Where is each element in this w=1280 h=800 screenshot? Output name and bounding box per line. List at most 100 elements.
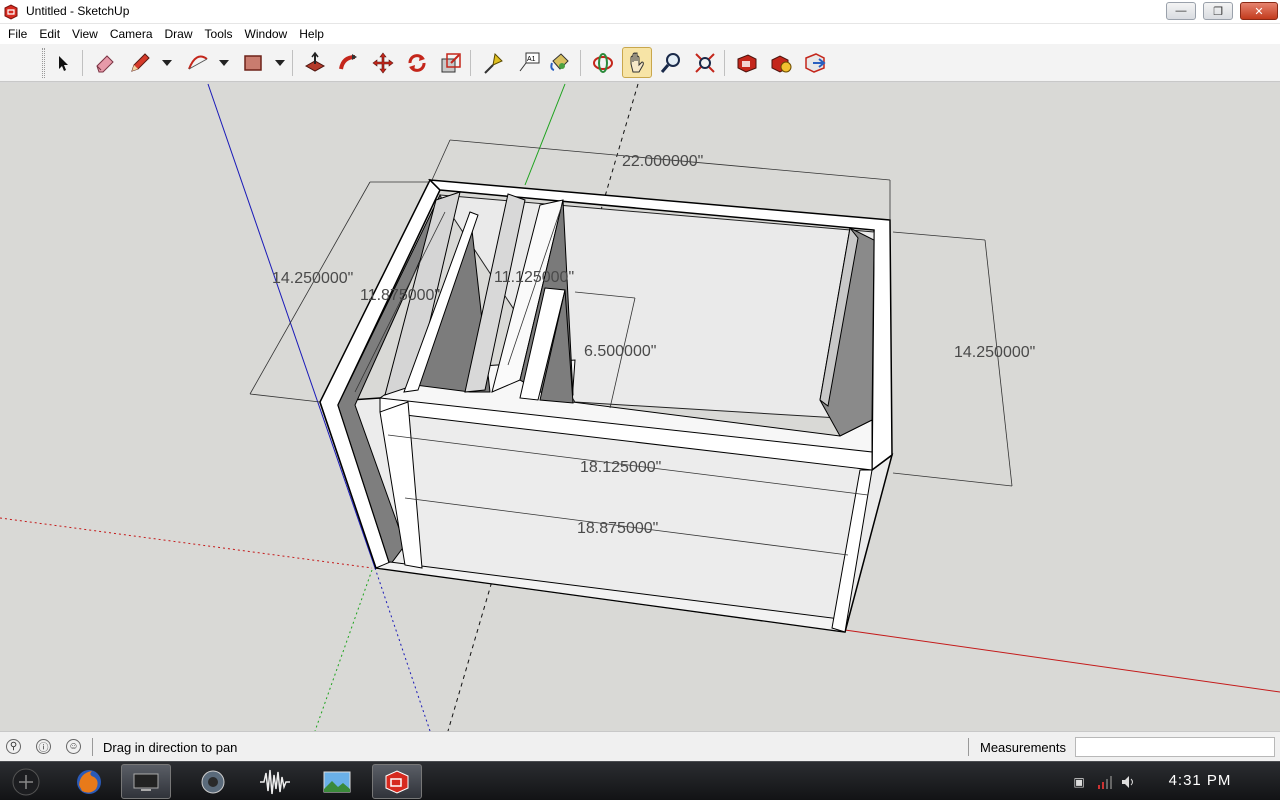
- measurements-input[interactable]: [1075, 737, 1275, 757]
- display-icon: [133, 773, 159, 791]
- text-tool-glyph: A1: [527, 56, 536, 63]
- main-toolbar: A1: [0, 44, 1280, 82]
- text-label-icon: A1: [519, 52, 540, 71]
- menu-camera[interactable]: Camera: [104, 24, 159, 44]
- hand-pan-icon: [630, 51, 644, 72]
- menu-file[interactable]: File: [2, 24, 33, 44]
- restore-icon: ❐: [1213, 5, 1223, 18]
- user-account-icon[interactable]: ☺: [66, 739, 81, 754]
- taskbar-photo-viewer[interactable]: [312, 764, 362, 799]
- sketchup-app-icon: [4, 4, 18, 20]
- restore-button[interactable]: ❐: [1203, 2, 1233, 20]
- minimize-icon: —: [1175, 5, 1187, 17]
- rectangle-icon: [244, 54, 262, 71]
- menu-draw[interactable]: Draw: [159, 24, 199, 44]
- orbit-tool-button[interactable]: [588, 47, 618, 78]
- green-axis-positive: [524, 83, 566, 186]
- components-tool-button[interactable]: [766, 47, 796, 78]
- zoom-extents-icon: [695, 52, 715, 73]
- move-icon: [372, 52, 394, 73]
- dimension-front-width[interactable]: 18.875000": [577, 520, 658, 537]
- eraser-icon: [96, 54, 114, 72]
- dimension-right-height[interactable]: 14.250000": [954, 344, 1035, 361]
- text-tool-button[interactable]: A1: [513, 47, 543, 78]
- credits-info-icon[interactable]: ⓘ: [36, 739, 51, 754]
- menu-view[interactable]: View: [66, 24, 104, 44]
- tray-volume-icon[interactable]: [1121, 774, 1137, 790]
- dimension-port-depth[interactable]: 11.125000": [494, 269, 574, 286]
- tape-measure-icon: [484, 52, 503, 74]
- dimension-inner-width[interactable]: 18.125000": [580, 459, 661, 476]
- arc-icon: [188, 55, 208, 69]
- pencil-dropdown[interactable]: [161, 47, 173, 78]
- tray-network-icon[interactable]: [1097, 774, 1113, 790]
- dimension-port-width[interactable]: 6.500000": [584, 343, 656, 360]
- status-bar: ⚲ ⓘ ☺ Drag in direction to pan Measureme…: [0, 731, 1280, 761]
- move-tool-button[interactable]: [368, 47, 398, 78]
- windows-taskbar: ▣ 4:31 PM: [0, 761, 1280, 800]
- speaker-volume-icon: [1122, 776, 1133, 788]
- status-hint: Drag in direction to pan: [103, 740, 238, 755]
- rotate-tool-button[interactable]: [402, 47, 432, 78]
- follow-me-tool-button[interactable]: [334, 47, 364, 78]
- paint-bucket-icon: [550, 52, 569, 71]
- share-model-tool-button[interactable]: [800, 47, 830, 78]
- taskbar-audio-editor[interactable]: [250, 764, 300, 799]
- blue-axis-positive: [207, 83, 376, 569]
- close-icon: ✕: [1254, 5, 1264, 18]
- close-button[interactable]: ✕: [1240, 2, 1278, 20]
- magnifier-icon: [660, 52, 680, 73]
- pan-tool-button[interactable]: [622, 47, 652, 78]
- window-title: Untitled - SketchUp: [26, 4, 130, 18]
- menu-tools[interactable]: Tools: [199, 24, 239, 44]
- minimize-button[interactable]: —: [1166, 2, 1196, 20]
- share-model-icon: [805, 52, 826, 73]
- audio-wave-icon: [260, 769, 290, 794]
- menu-edit[interactable]: Edit: [33, 24, 66, 44]
- dimension-inner-depth[interactable]: 11.875000": [360, 287, 440, 304]
- 3d-warehouse-icon: [737, 53, 757, 73]
- rotate-icon: [408, 53, 426, 72]
- rectangle-tool-button[interactable]: [238, 47, 268, 78]
- speaker-app-icon: [201, 770, 225, 793]
- taskbar-speaker-app[interactable]: [188, 764, 238, 799]
- taskbar-clock[interactable]: 4:31 PM: [1150, 772, 1250, 789]
- dimension-left-depth[interactable]: 14.250000": [272, 270, 353, 287]
- start-button[interactable]: [6, 765, 46, 798]
- geo-location-icon[interactable]: ⚲: [6, 739, 21, 754]
- dimension-top-width[interactable]: 22.000000": [622, 153, 703, 170]
- orbit-icon: [593, 52, 613, 73]
- pencil-tool-button[interactable]: [125, 47, 155, 78]
- tray-device-icon[interactable]: ▣: [1071, 774, 1087, 790]
- eraser-tool-button[interactable]: [90, 47, 120, 78]
- tape-measure-tool-button[interactable]: [478, 47, 508, 78]
- taskbar-display[interactable]: [121, 764, 171, 799]
- arc-tool-button[interactable]: [183, 47, 213, 78]
- taskbar-sketchup[interactable]: [372, 764, 422, 799]
- red-axis-negative: [0, 517, 373, 569]
- select-tool-button[interactable]: [48, 47, 78, 78]
- arc-dropdown[interactable]: [218, 47, 230, 78]
- components-icon: [771, 54, 792, 73]
- zoom-tool-button[interactable]: [656, 47, 686, 78]
- green-axis-negative: [314, 569, 373, 731]
- menu-help[interactable]: Help: [293, 24, 330, 44]
- model-canvas[interactable]: 22.000000" 14.250000" 11.875000" 11.1250…: [0, 83, 1280, 731]
- scale-icon: [441, 52, 461, 72]
- warehouse-tool-button[interactable]: [732, 47, 762, 78]
- taskbar-firefox[interactable]: [64, 764, 114, 799]
- follow-me-icon: [339, 53, 357, 69]
- push-pull-tool-button[interactable]: [300, 47, 330, 78]
- zoom-extents-tool-button[interactable]: [690, 47, 720, 78]
- menu-window[interactable]: Window: [239, 24, 294, 44]
- drawing-viewport[interactable]: 22.000000" 14.250000" 11.875000" 11.1250…: [0, 83, 1280, 731]
- photo-viewer-icon: [323, 771, 351, 792]
- paint-bucket-tool-button[interactable]: [545, 47, 575, 78]
- pencil-icon: [131, 52, 150, 72]
- scale-tool-button[interactable]: [436, 47, 466, 78]
- shape-dropdown[interactable]: [274, 47, 286, 78]
- toolbar-grip[interactable]: [42, 48, 45, 78]
- dropdown-arrow-icon: [162, 59, 172, 66]
- blue-axis-negative: [374, 567, 431, 731]
- push-pull-icon: [304, 51, 326, 72]
